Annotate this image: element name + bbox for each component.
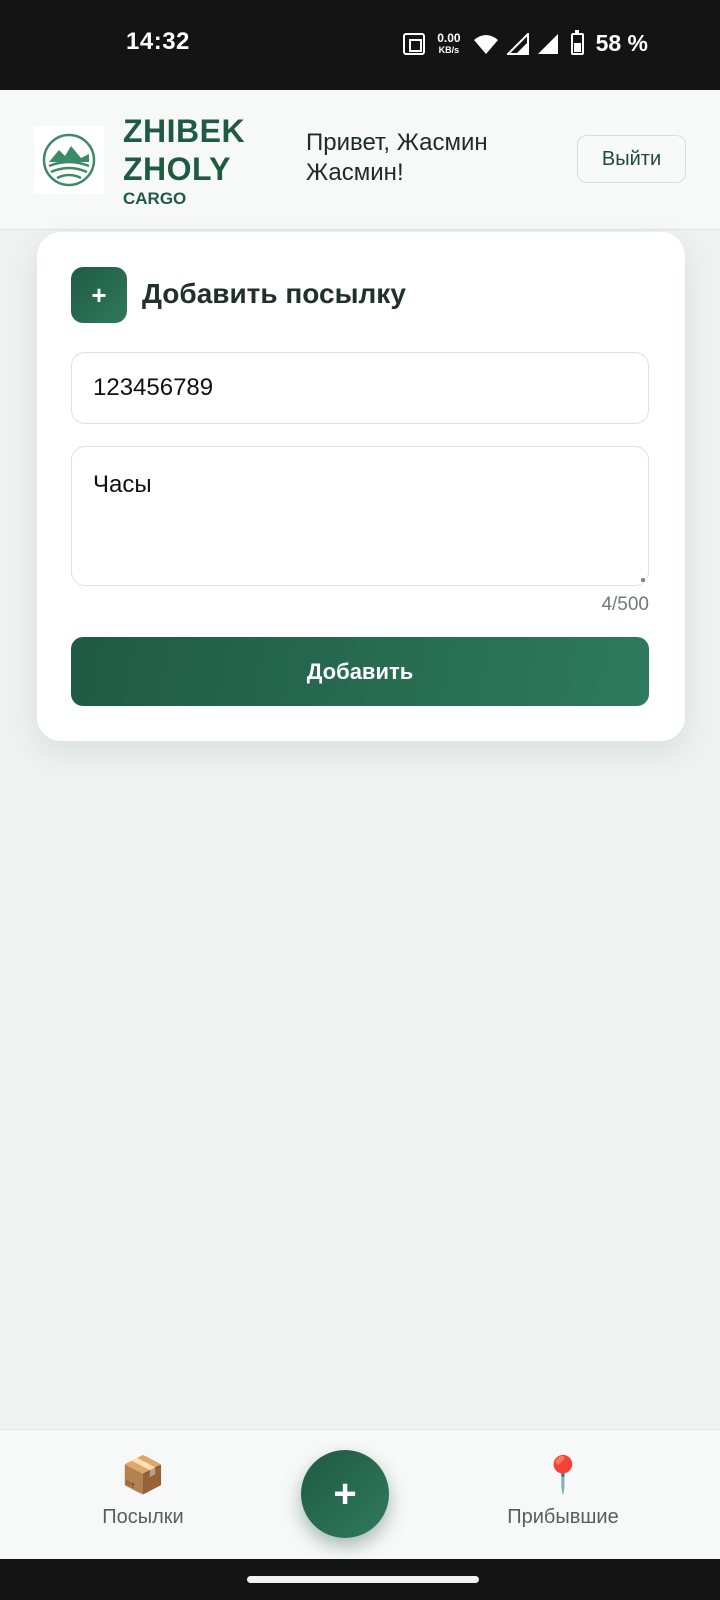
brand-subtitle: CARGO [123, 189, 187, 208]
char-counter: 4/500 [601, 594, 649, 615]
logo [34, 126, 104, 194]
brand-line-1: ZHIBEK [123, 113, 246, 149]
brand-name: ZHIBEK ZHOLY CARGO [123, 112, 245, 208]
app-header: ZHIBEK ZHOLY CARGO Привет, Жасмин Жасмин… [0, 90, 720, 230]
greeting-line-2: Жасмин! [306, 159, 404, 186]
net-speed: 0.00 KB/s [437, 32, 460, 55]
battery-icon [570, 29, 584, 55]
add-parcel-button[interactable]: Добавить [71, 637, 649, 706]
nav-item-arrived[interactable]: 📍 Прибывшие [493, 1454, 633, 1529]
card-title: Добавить посылку [142, 278, 406, 309]
package-icon: 📦 [120, 1454, 166, 1495]
signal-icon [506, 32, 529, 55]
add-parcel-card: + Добавить посылку 123456789 Часы 4/500 … [37, 232, 685, 741]
nfc-icon [403, 32, 426, 55]
description-textarea[interactable]: Часы [71, 446, 649, 586]
signal-icon [537, 33, 558, 54]
status-icons: 0.00 KB/s 58 % [403, 29, 648, 57]
home-gesture-bar[interactable] [247, 1576, 479, 1583]
tracking-number-input[interactable]: 123456789 [71, 352, 649, 424]
logo-emblem-icon [42, 133, 96, 187]
add-fab-button[interactable]: + [301, 1450, 389, 1538]
wifi-icon [473, 34, 498, 54]
net-speed-unit: KB/s [438, 45, 460, 55]
battery-percent: 58 % [595, 30, 648, 56]
system-nav-bar [0, 1559, 720, 1600]
status-time: 14:32 [126, 28, 190, 55]
logout-button[interactable]: Выйти [577, 135, 686, 183]
add-icon: + [71, 267, 127, 323]
net-speed-value: 0.00 [437, 31, 461, 45]
location-pin-icon: 📍 [540, 1454, 586, 1495]
nav-label-arrived: Прибывшие [507, 1506, 619, 1528]
greeting-line-1: Привет, Жасмин [306, 129, 488, 156]
status-bar: 14:32 0.00 KB/s 58 % [0, 0, 720, 90]
brand-line-2: ZHOLY [123, 151, 231, 187]
resize-handle-icon[interactable] [641, 578, 645, 582]
description-value: Часы [93, 471, 152, 498]
nav-label-parcels: Посылки [102, 1506, 184, 1528]
nav-item-parcels[interactable]: 📦 Посылки [78, 1454, 208, 1529]
greeting-text: Привет, Жасмин Жасмин! [306, 128, 546, 188]
